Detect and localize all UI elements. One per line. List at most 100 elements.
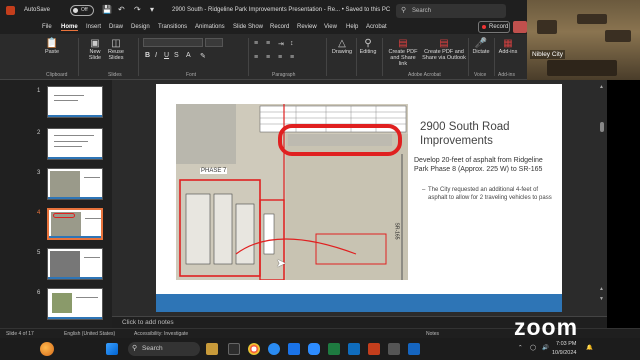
indent-icon[interactable]: ⇥ <box>278 40 284 48</box>
share-button[interactable] <box>513 21 527 33</box>
new-slide-button[interactable]: ▣ New Slide <box>84 38 106 61</box>
shapes-icon: △ <box>338 38 346 49</box>
clock-date[interactable]: 10/9/2024 <box>552 350 576 356</box>
tab-home[interactable]: Home <box>61 24 78 31</box>
align-right-icon[interactable]: ≡ <box>278 54 282 61</box>
windows-start-icon[interactable] <box>106 343 118 355</box>
vertical-scrollbar[interactable]: ▲ ▲ ▼ <box>598 80 606 316</box>
search-box[interactable]: ⚲ Search <box>396 4 506 18</box>
customize-toolbar-icon[interactable]: ▾ <box>150 5 154 14</box>
mouse-cursor-icon: ➤ <box>276 256 287 270</box>
notes-toggle[interactable]: Notes <box>426 331 439 337</box>
accessibility-status[interactable]: Accessibility: Investigate <box>134 331 188 337</box>
thumbnail-image <box>47 128 103 160</box>
volume-icon[interactable]: 🔊 <box>542 345 549 351</box>
addins-button[interactable]: ▦ Add-ins <box>496 38 520 55</box>
redo-icon[interactable]: ↷ <box>134 5 141 14</box>
undo-icon[interactable]: ↶ <box>118 5 125 14</box>
tray-arrow-icon[interactable]: ⌃ <box>518 345 523 351</box>
word-icon[interactable] <box>408 343 420 355</box>
thumbnail-number: 5 <box>37 250 41 256</box>
underline-icon[interactable]: U <box>164 52 169 59</box>
current-slide[interactable]: PHASE 7 SR-165 ➤ 2900 South Road Improve… <box>156 84 562 312</box>
edge-icon[interactable] <box>268 343 280 355</box>
numbering-icon[interactable]: ≡ <box>266 40 270 47</box>
align-center-icon[interactable]: ≡ <box>266 54 270 61</box>
thumbnail-slide-3[interactable]: 3 <box>0 168 112 208</box>
taskbar-search[interactable]: ⚲ Search <box>128 342 200 356</box>
excel-icon[interactable] <box>328 343 340 355</box>
slide-body-text[interactable]: Develop 20-feet of asphalt from Ridgelin… <box>414 156 556 174</box>
clock-time[interactable]: 7:03 PM <box>556 341 576 347</box>
network-icon[interactable]: ◯ <box>530 345 536 351</box>
video-figure <box>577 14 607 24</box>
tab-view[interactable]: View <box>324 24 337 30</box>
thumbnail-number: 2 <box>37 130 41 136</box>
line-spacing-icon[interactable]: ↕ <box>290 40 294 47</box>
paste-label: Paste <box>44 49 60 55</box>
chrome-icon[interactable] <box>248 343 260 355</box>
create-pdf-outlook-button[interactable]: ▤ Create PDF and Share via Outlook <box>422 38 466 61</box>
thumbnail-slide-6[interactable]: 6 <box>0 288 112 328</box>
editing-button[interactable]: ⚲ Editing <box>356 38 380 55</box>
drawing-button[interactable]: △ Drawing <box>330 38 354 55</box>
tab-review[interactable]: Review <box>297 24 317 30</box>
tab-transitions[interactable]: Transitions <box>158 24 187 30</box>
tab-help[interactable]: Help <box>346 24 358 30</box>
reuse-slides-button[interactable]: ◫ Reuse Slides <box>106 38 126 61</box>
save-icon[interactable]: 💾 <box>102 5 112 14</box>
reuse-slides-label: Reuse Slides <box>108 49 124 61</box>
create-pdf-share-button[interactable]: ▤ Create PDF and Share link <box>386 38 420 67</box>
store-icon[interactable] <box>348 343 360 355</box>
weather-icon[interactable] <box>40 342 54 356</box>
search-icon: ⚲ <box>401 7 407 14</box>
paste-button[interactable]: 📋 Paste <box>40 38 64 55</box>
tab-file[interactable]: File <box>42 24 52 30</box>
thumbnail-slide-4[interactable]: 4 <box>0 208 112 248</box>
tab-slide-show[interactable]: Slide Show <box>233 24 263 30</box>
group-addins: Add-ins <box>498 72 515 78</box>
highlight-icon[interactable]: ✎ <box>200 52 206 60</box>
tab-animations[interactable]: Animations <box>195 24 225 30</box>
justify-icon[interactable]: ≡ <box>290 54 294 61</box>
record-button[interactable]: Record <box>478 21 510 33</box>
tab-record[interactable]: Record <box>270 24 289 30</box>
shadow-icon[interactable]: S <box>174 52 179 59</box>
align-left-icon[interactable]: ≡ <box>254 54 258 61</box>
previous-slide-icon[interactable]: ▲ <box>599 286 604 292</box>
next-slide-icon[interactable]: ▼ <box>599 296 604 302</box>
slide-thumbnails-panel: 1 2 3 4 5 6 <box>0 80 112 328</box>
font-size-select[interactable] <box>205 38 223 47</box>
slide-title[interactable]: 2900 South Road Improvements <box>420 120 560 148</box>
slide-sub-bullet[interactable]: The City requested an additional 4-feet … <box>422 186 556 202</box>
file-explorer-icon[interactable] <box>206 343 218 355</box>
dictate-button[interactable]: 🎤 Dictate <box>470 38 492 55</box>
thumbnail-map <box>50 171 80 197</box>
font-color-icon[interactable]: A <box>186 52 191 59</box>
thumbnail-line <box>85 218 101 219</box>
thumbnail-slide-5[interactable]: 5 <box>0 248 112 288</box>
language-status[interactable]: English (United States) <box>64 331 115 337</box>
bold-icon[interactable]: B <box>145 52 150 59</box>
scroll-thumb[interactable] <box>600 122 604 132</box>
zoom-app-icon[interactable] <box>308 343 320 355</box>
addins-icon: ▦ <box>503 38 513 49</box>
tab-draw[interactable]: Draw <box>109 24 123 30</box>
bullets-icon[interactable]: ≡ <box>254 40 258 47</box>
microphone-icon: 🎤 <box>474 38 488 49</box>
task-view-icon[interactable] <box>228 343 240 355</box>
tab-design[interactable]: Design <box>131 24 150 30</box>
powerpoint-taskbar-icon[interactable] <box>368 343 380 355</box>
font-family-select[interactable] <box>143 38 203 47</box>
thumbnail-slide-2[interactable]: 2 <box>0 128 112 168</box>
app-icon[interactable] <box>388 343 400 355</box>
search-icon: ⚲ <box>132 345 138 352</box>
autosave-toggle[interactable]: Off <box>70 5 94 16</box>
italic-icon[interactable]: I <box>155 52 157 59</box>
notification-icon[interactable]: 🔔 <box>586 345 593 351</box>
scroll-up-icon[interactable]: ▲ <box>599 84 604 90</box>
tab-insert[interactable]: Insert <box>86 24 101 30</box>
thumbnail-slide-1[interactable]: 1 <box>0 86 112 126</box>
tab-acrobat[interactable]: Acrobat <box>366 24 387 30</box>
outlook-icon[interactable] <box>288 343 300 355</box>
